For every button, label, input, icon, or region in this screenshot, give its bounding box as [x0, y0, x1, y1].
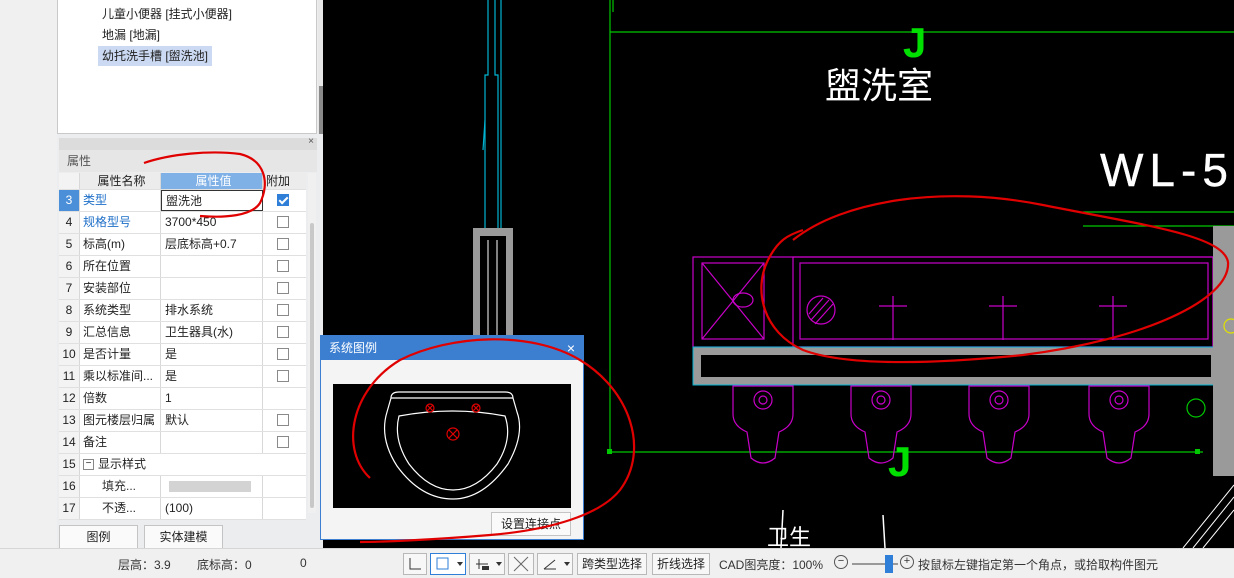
- room-label: 盥洗室: [825, 65, 933, 106]
- red-annotation-popup: [352, 338, 636, 544]
- extra-checkbox[interactable]: [277, 414, 289, 426]
- extra-checkbox[interactable]: [277, 238, 289, 250]
- property-row[interactable]: 12 倍数 1: [59, 388, 306, 410]
- angle-dropdown[interactable]: [537, 553, 573, 575]
- base-height: 底标高：0: [197, 558, 252, 572]
- ortho-button[interactable]: [403, 553, 427, 575]
- partial-room-label: 卫生: [767, 525, 811, 548]
- red-annotation: [760, 195, 1230, 364]
- property-row[interactable]: 10 是否计量 是: [59, 344, 306, 366]
- extra-checkbox[interactable]: [277, 304, 289, 316]
- cross-type-select-button[interactable]: 跨类型选择: [577, 553, 648, 575]
- property-row[interactable]: 16 填充...: [59, 476, 306, 498]
- property-row-group[interactable]: 15 − 显示样式: [59, 454, 306, 476]
- tree-item-floor-drain[interactable]: 地漏 [地漏]: [98, 25, 164, 45]
- property-row[interactable]: 14 备注: [59, 432, 306, 454]
- polyline-select-button[interactable]: 折线选择: [652, 553, 711, 575]
- fill-color-value[interactable]: [161, 476, 263, 497]
- extra-checkbox[interactable]: [277, 348, 289, 360]
- marker-j-top: J: [903, 19, 926, 66]
- dimension-dropdown[interactable]: [469, 553, 505, 575]
- properties-scrollbar[interactable]: [308, 173, 316, 513]
- solid-model-button[interactable]: 实体建模: [144, 525, 223, 549]
- brightness-increase-icon[interactable]: +: [900, 555, 914, 569]
- extra-checkbox[interactable]: [277, 260, 289, 272]
- extra-checkbox[interactable]: [277, 436, 289, 448]
- properties-close-icon[interactable]: ×: [308, 136, 314, 147]
- brightness-slider-thumb[interactable]: [885, 555, 893, 573]
- brightness-decrease-icon[interactable]: −: [834, 555, 848, 569]
- left-margin-strip: [0, 0, 57, 548]
- tree-item-urinal[interactable]: 儿童小便器 [挂式小便器]: [98, 4, 236, 24]
- status-hint: 按鼠标左键指定第一个角点，或拾取构件图元: [918, 558, 1159, 572]
- fill-color-swatch: [169, 481, 251, 492]
- extra-checkbox[interactable]: [277, 282, 289, 294]
- property-row[interactable]: 11 乘以标准间... 是: [59, 366, 306, 388]
- collapse-icon[interactable]: −: [83, 459, 94, 471]
- extra-checkbox[interactable]: [277, 370, 289, 382]
- snap-mode-dropdown[interactable]: [430, 553, 466, 575]
- component-tree: 儿童小便器 [挂式小便器] 地漏 [地漏] 幼托洗手槽 [盥洗池]: [57, 0, 317, 134]
- cross-select-button[interactable]: [508, 553, 534, 575]
- marker-j-bottom: J: [888, 438, 911, 485]
- cad-brightness: CAD图亮度：100%: [719, 558, 824, 572]
- pipe-label: WL-5: [1100, 144, 1234, 196]
- property-row[interactable]: 17 不透... (100): [59, 498, 306, 520]
- tree-item-wash-basin[interactable]: 幼托洗手槽 [盥洗池]: [98, 46, 213, 66]
- red-annotation-properties: [143, 151, 266, 218]
- property-row[interactable]: 5 标高(m) 层底标高+0.7: [59, 234, 306, 256]
- property-row[interactable]: 13 图元楼层归属 默认: [59, 410, 306, 432]
- status-bar: 层高：3.9 底标高：0 0 跨类型选择 折线选择 CAD图亮度：100% − …: [0, 548, 1234, 578]
- chevron-down-icon: [564, 562, 570, 566]
- property-row[interactable]: 7 安装部位: [59, 278, 306, 300]
- property-row[interactable]: 6 所在位置: [59, 256, 306, 278]
- legend-button[interactable]: 图例: [59, 525, 138, 549]
- property-row[interactable]: 8 系统类型 排水系统: [59, 300, 306, 322]
- property-row[interactable]: 9 汇总信息 卫生器具(水): [59, 322, 306, 344]
- chevron-down-icon: [496, 562, 502, 566]
- extra-checkbox[interactable]: [277, 326, 289, 338]
- floor-height: 层高：3.9: [118, 558, 171, 572]
- chevron-down-icon: [457, 562, 463, 566]
- status-value: 0: [300, 556, 307, 570]
